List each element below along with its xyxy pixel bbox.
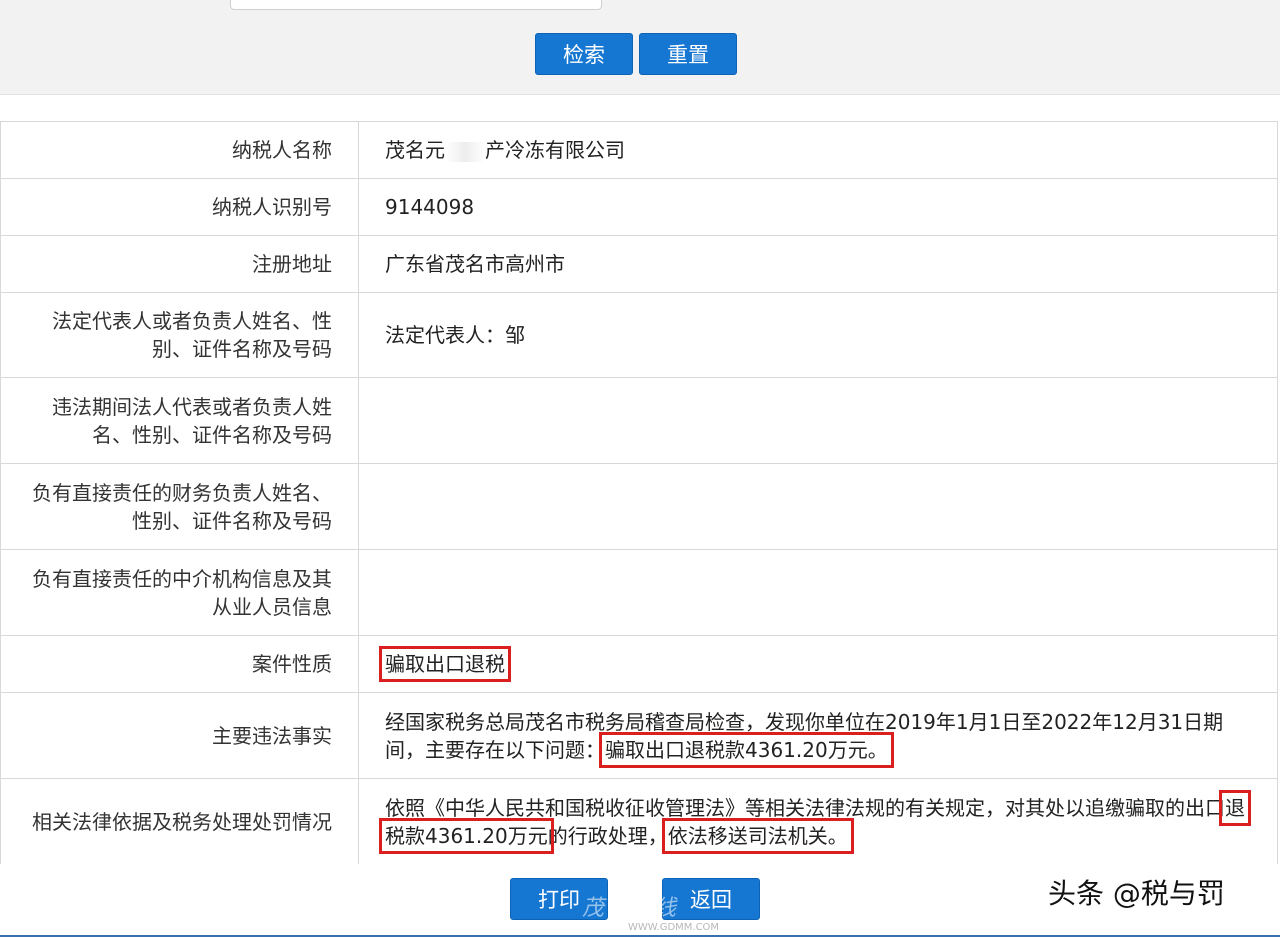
- search-input[interactable]: [230, 0, 602, 10]
- row-label: 负有直接责任的财务负责人姓名、性别、证件名称及号码: [0, 463, 359, 550]
- search-button[interactable]: 检索: [535, 33, 633, 75]
- penalty-details: 依照《中华人民共和国税收征收管理法》等相关法律法规的有关规定，对其处以追缴骗取的…: [358, 778, 1278, 865]
- row-label: 法定代表人或者负责人姓名、性别、证件名称及号码: [0, 292, 359, 378]
- table-row: 主要违法事实 经国家税务总局茂名市税务局稽查局检查，发现你单位在2019年1月1…: [0, 692, 1278, 779]
- table-row: 纳税人名称 茂名元 产冷冻有限公司: [0, 121, 1278, 179]
- table-row: 相关法律依据及税务处理处罚情况 依照《中华人民共和国税收征收管理法》等相关法律法…: [0, 778, 1278, 865]
- penalty-text: 依照《中华人民共和国税收征收管理法》等相关法律法规的有关规定，对其处以追缴骗取的…: [385, 795, 1225, 820]
- taxpayer-name-suffix: 产冷冻有限公司: [485, 138, 625, 162]
- case-info-table: 纳税人名称 茂名元 产冷冻有限公司 纳税人识别号 9144098 注册地址 广东省…: [0, 121, 1278, 865]
- search-panel: 检索 重置: [0, 0, 1280, 95]
- registered-address: 广东省茂名市高州市: [358, 235, 1278, 293]
- watermark-url: WWW.GDMM.COM: [628, 922, 720, 933]
- source-credit: 头条 @税与罚: [1048, 877, 1225, 910]
- case-nature-highlight: 骗取出口退税: [379, 646, 511, 682]
- row-value: [358, 463, 1278, 550]
- row-label: 纳税人识别号: [0, 178, 359, 236]
- row-value: [358, 377, 1278, 464]
- judicial-transfer-highlight: 依法移送司法机关。: [661, 817, 854, 854]
- row-label: 主要违法事实: [0, 692, 359, 779]
- violation-facts: 经国家税务总局茂名市税务局稽查局检查，发现你单位在2019年1月1日至2022年…: [358, 692, 1278, 779]
- row-label: 注册地址: [0, 235, 359, 293]
- table-row: 违法期间法人代表或者负责人姓名、性别、证件名称及号码: [0, 377, 1278, 464]
- violation-amount-highlight: 骗取出口退税款4361.20万元。: [599, 731, 894, 768]
- row-label: 负有直接责任的中介机构信息及其从业人员信息: [0, 549, 359, 636]
- taxpayer-id: 9144098: [358, 178, 1278, 236]
- row-label: 案件性质: [0, 635, 359, 693]
- table-row: 纳税人识别号 9144098: [0, 178, 1278, 236]
- reset-button[interactable]: 重置: [639, 33, 737, 75]
- penalty-text-2: 的行政处理，: [547, 823, 668, 848]
- table-row: 法定代表人或者负责人姓名、性别、证件名称及号码 法定代表人：邹: [0, 292, 1278, 378]
- redacted-area: [445, 141, 485, 162]
- row-value: 茂名元 产冷冻有限公司: [358, 121, 1278, 179]
- table-row: 负有直接责任的财务负责人姓名、性别、证件名称及号码: [0, 463, 1278, 550]
- row-value: [358, 549, 1278, 636]
- row-label: 相关法律依据及税务处理处罚情况: [0, 778, 359, 865]
- watermark-text: 茂名在线: [582, 896, 679, 921]
- table-row: 案件性质 骗取出口退税: [0, 635, 1278, 693]
- table-row: 负有直接责任的中介机构信息及其从业人员信息: [0, 549, 1278, 636]
- row-label: 违法期间法人代表或者负责人姓名、性别、证件名称及号码: [0, 377, 359, 464]
- legal-representative: 法定代表人：邹: [358, 292, 1278, 378]
- row-value: 骗取出口退税: [358, 635, 1278, 693]
- row-label: 纳税人名称: [0, 121, 359, 179]
- taxpayer-name: 茂名元: [385, 138, 445, 162]
- table-row: 注册地址 广东省茂名市高州市: [0, 235, 1278, 293]
